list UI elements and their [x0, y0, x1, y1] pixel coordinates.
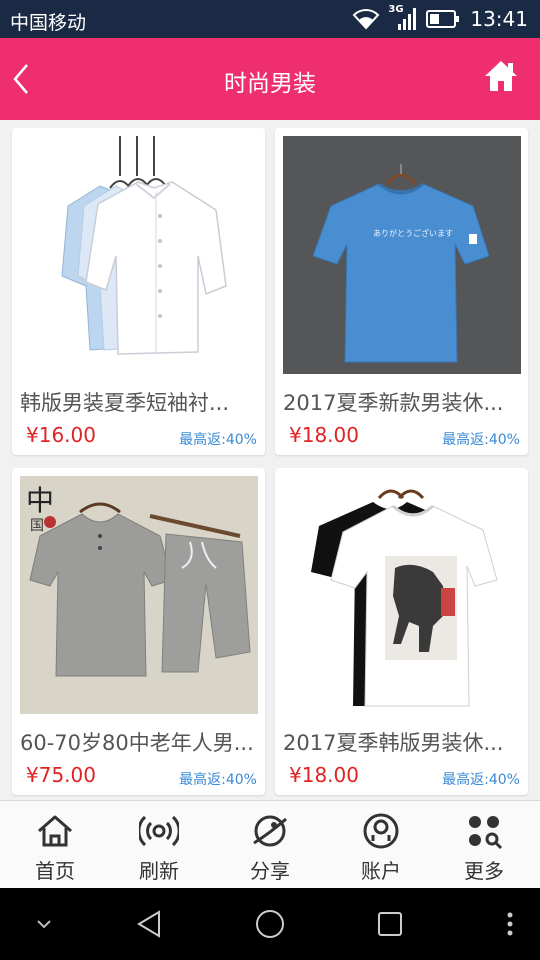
home-icon	[485, 61, 517, 91]
tab-label: 刷新	[139, 859, 179, 883]
product-card[interactable]: ありがとうございます 2017夏季新款男装休... ¥18.00 最高返:40%	[275, 128, 528, 455]
home-icon	[38, 815, 72, 847]
battery-icon	[426, 10, 460, 28]
tab-label: 更多	[464, 859, 504, 883]
product-price: ¥18.00	[289, 763, 359, 787]
product-price: ¥16.00	[26, 423, 96, 447]
tab-account[interactable]: 账户	[327, 801, 435, 889]
tab-label: 分享	[250, 859, 290, 883]
product-image-grey-set[interactable]: 中 国	[20, 476, 258, 714]
product-rebate: 最高返:40%	[442, 432, 520, 448]
page-title: 时尚男装	[224, 71, 316, 97]
product-name: 60-70岁80中老年人男...	[20, 731, 254, 755]
product-price: ¥18.00	[289, 423, 359, 447]
tab-more[interactable]: 更多	[430, 801, 538, 889]
product-name: 2017夏季新款男装休...	[283, 391, 504, 415]
carrier-name: 中国移动	[10, 12, 87, 34]
product-image-white-shirts[interactable]	[20, 136, 258, 374]
product-rebate: 最高返:40%	[179, 432, 257, 448]
tab-label: 账户	[361, 859, 401, 883]
cellular-signal: 3G	[388, 4, 418, 32]
system-recents-button[interactable]	[370, 904, 410, 944]
hide-keyboard-button[interactable]	[24, 904, 64, 944]
signal-icon	[398, 8, 417, 30]
system-back-button[interactable]	[130, 904, 170, 944]
recents-square-icon	[378, 912, 402, 936]
product-rebate: 最高返:40%	[442, 772, 520, 788]
product-card[interactable]: 中 国 60-70岁80中老年人男... ¥75.00 最高返:40%	[12, 468, 265, 795]
status-icons: 3G 13:41	[352, 4, 528, 32]
tab-label: 首页	[35, 859, 75, 883]
more-grid-icon	[469, 816, 503, 850]
product-image-horse-tshirts[interactable]	[283, 476, 521, 714]
product-image-blue-tshirt[interactable]: ありがとうございます	[283, 136, 521, 374]
home-circle-icon	[256, 910, 284, 938]
product-name: 韩版男装夏季短袖衬...	[20, 391, 230, 415]
product-card[interactable]: 韩版男装夏季短袖衬... ¥16.00 最高返:40%	[12, 128, 265, 455]
product-card[interactable]: 2017夏季韩版男装休... ¥18.00 最高返:40%	[275, 468, 528, 795]
planet-icon	[253, 815, 287, 847]
broadcast-icon	[139, 815, 179, 847]
bottom-tab-bar: 首页 刷新 分享 账户 更多	[0, 800, 540, 889]
home-button[interactable]	[480, 54, 522, 98]
account-icon	[363, 813, 399, 849]
system-navigation-bar	[0, 888, 540, 960]
svg-text:国: 国	[30, 518, 44, 534]
status-bar: 中国移动 3G 13:41	[0, 0, 540, 38]
vertical-dots-icon	[507, 912, 513, 936]
tab-share[interactable]: 分享	[216, 801, 324, 889]
product-grid: 韩版男装夏季短袖衬... ¥16.00 最高返:40% ありがとうございます 2…	[0, 120, 540, 800]
system-menu-button[interactable]	[490, 904, 530, 944]
svg-text:中: 中	[26, 484, 54, 517]
back-triangle-icon	[137, 910, 160, 938]
wifi-icon	[352, 9, 380, 30]
product-price: ¥75.00	[26, 763, 96, 787]
tab-refresh[interactable]: 刷新	[105, 801, 213, 889]
system-home-button[interactable]	[250, 904, 290, 944]
product-rebate: 最高返:40%	[179, 772, 257, 788]
tab-home[interactable]: 首页	[1, 801, 109, 889]
clock: 13:41	[470, 7, 528, 31]
chevron-down-icon	[37, 920, 51, 929]
app-header: 时尚男装	[0, 38, 540, 120]
product-name: 2017夏季韩版男装休...	[283, 731, 504, 755]
svg-text:ありがとうございます: ありがとうございます	[373, 228, 453, 238]
